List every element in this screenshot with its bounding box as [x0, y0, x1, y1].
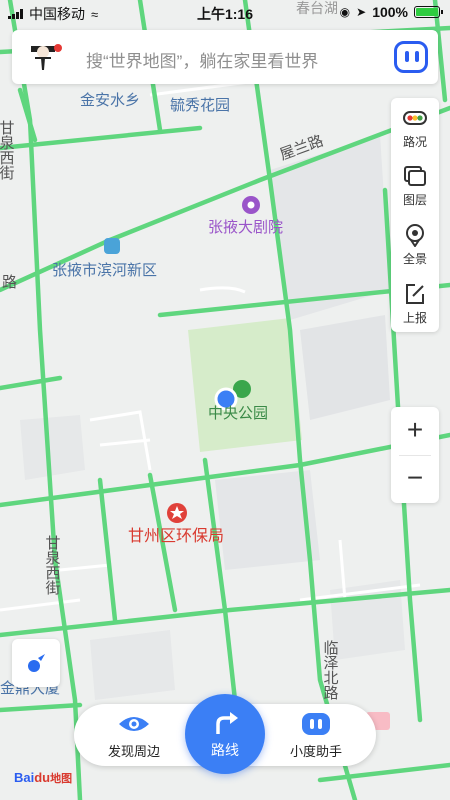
battery-icon — [414, 6, 443, 18]
zoom-out-button[interactable]: − — [391, 455, 439, 503]
traffic-button[interactable]: 路况 — [391, 98, 439, 156]
battery-percent: 100% — [372, 4, 408, 20]
status-bar: 中国移动 ≈ 上午1:16 ◉ ➤ 100% — [0, 0, 450, 24]
report-label: 上报 — [402, 311, 427, 325]
logo-bai: Bai — [14, 770, 35, 785]
layers-icon — [404, 166, 426, 186]
zoom-control: + − — [391, 407, 439, 503]
discover-label: 发现周边 — [107, 744, 160, 759]
discover-nearby-button[interactable]: 发现周边 — [84, 704, 184, 766]
label-linze-north: 临泽北路 — [322, 640, 339, 700]
edit-report-icon — [406, 284, 424, 304]
xiaodu-assistant-icon[interactable] — [394, 41, 428, 73]
label-ganquan-bottom: 甘泉西街 — [44, 535, 61, 595]
label-grand-theatre: 张掖大剧院 — [208, 218, 283, 236]
map-canvas[interactable]: 金安水乡 毓秀花园 春台湖 张掖大剧院 张掖市滨河新区 路 中央公园 甘州区环保… — [0, 0, 450, 800]
route-button[interactable]: 路线 — [185, 694, 265, 774]
label-central-park: 中央公园 — [208, 405, 268, 422]
layers-button[interactable]: 图层 — [391, 156, 439, 214]
report-button[interactable]: 上报 — [391, 274, 439, 332]
search-input[interactable]: 搜“世界地图”，躺在家里看世界 — [86, 47, 318, 72]
xiaodu-helper-button[interactable]: 小度助手 — [266, 704, 366, 766]
zoom-in-button[interactable]: + — [391, 407, 439, 455]
district-poi-icon — [104, 238, 120, 254]
baidu-map-logo: Baidu地图 — [14, 770, 72, 786]
label-ganquan-top: 甘泉西街 — [0, 120, 15, 180]
traffic-label: 路况 — [402, 135, 427, 149]
route-label: 路线 — [211, 742, 239, 758]
map-tools-panel: 路况 图层 全景 上报 — [391, 98, 439, 332]
panorama-label: 全景 — [402, 252, 427, 266]
label-env-bureau: 甘州区环保局 — [128, 527, 224, 545]
logo-map: 地图 — [50, 773, 73, 785]
assistant-label: 小度助手 — [289, 744, 342, 759]
traffic-light-icon — [403, 111, 427, 125]
logo-du: du — [34, 770, 51, 785]
location-arrow-icon: ➤ — [356, 5, 367, 19]
layers-label: 图层 — [402, 193, 427, 207]
eye-icon — [119, 717, 149, 731]
panorama-pin-icon — [406, 224, 424, 247]
label-jinan-shuixiang: 金安水乡 — [80, 92, 140, 109]
search-bar[interactable]: 搜“世界地图”，躺在家里看世界 — [12, 30, 438, 84]
label-yuxiu-huayuan: 毓秀花园 — [170, 97, 230, 114]
assistant-face-icon — [302, 713, 330, 735]
compass-icon — [28, 654, 45, 672]
route-arrow-icon — [216, 712, 238, 734]
user-avatar-icon[interactable] — [26, 40, 66, 74]
panorama-button[interactable]: 全景 — [391, 215, 439, 273]
label-binhe-district: 张掖市滨河新区 — [52, 262, 157, 279]
lock-rotation-icon: ◉ — [339, 5, 351, 19]
locate-me-button[interactable] — [12, 639, 60, 687]
label-road-fragment: 路 — [2, 274, 17, 291]
